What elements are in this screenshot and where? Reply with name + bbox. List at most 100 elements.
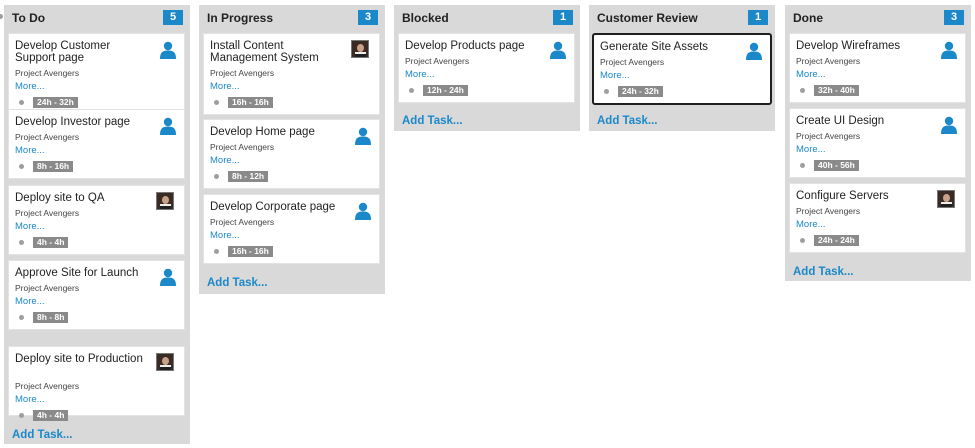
task-title: Develop Wireframes [796, 40, 901, 52]
add-task-link[interactable]: Add Task... [207, 277, 268, 289]
avatar[interactable] [351, 40, 369, 58]
more-link[interactable]: More... [210, 81, 240, 92]
user-icon[interactable] [941, 116, 957, 134]
user-icon[interactable] [746, 42, 762, 60]
task-card[interactable]: Develop Corporate page Project Avengers Mo… [203, 194, 380, 264]
more-link[interactable]: More... [600, 70, 630, 81]
avatar[interactable] [937, 190, 955, 208]
more-link[interactable]: More... [796, 69, 826, 80]
status-dot-icon [604, 89, 609, 94]
column-title: Blocked [402, 10, 449, 25]
user-icon[interactable] [355, 127, 371, 145]
project-name: Project Avengers [15, 132, 80, 142]
task-card[interactable]: Deploy site to QA Project Avengers More...… [8, 185, 185, 255]
column-customer-review: Customer Review 1 Generate Site Assets Proj… [589, 5, 775, 131]
status-dot-icon [19, 413, 24, 418]
user-icon[interactable] [355, 202, 371, 220]
task-card[interactable]: Approve Site for Launch Project Avengers M… [8, 260, 185, 330]
estimate-badge: 8h - 16h [33, 161, 74, 172]
status-dot-icon [19, 240, 24, 245]
more-link[interactable]: More... [796, 219, 826, 230]
status-dot-icon [214, 100, 219, 105]
column-header: Blocked 1 [394, 5, 580, 30]
more-link[interactable]: More... [210, 155, 240, 166]
task-card[interactable]: Install Content Management System Project… [203, 33, 380, 115]
task-title: Develop Home page [210, 126, 315, 138]
task-title: Develop Products page [405, 40, 525, 52]
task-count-badge: 1 [553, 10, 573, 25]
add-task-link[interactable]: Add Task... [793, 266, 854, 278]
column-header: To Do 5 [4, 5, 190, 30]
task-card[interactable]: Generate Site Assets Project Avengers More… [592, 33, 772, 105]
estimate-badge: 4h - 4h [33, 237, 69, 248]
more-link[interactable]: More... [15, 221, 45, 232]
status-dot-icon [800, 163, 805, 168]
estimate-badge: 24h - 32h [618, 86, 663, 97]
avatar[interactable] [156, 192, 174, 210]
add-task-link[interactable]: Add Task... [402, 115, 463, 127]
estimate-badge: 32h - 40h [814, 85, 859, 96]
column-title: In Progress [207, 10, 274, 25]
status-dot-icon [19, 164, 24, 169]
project-name: Project Avengers [796, 56, 861, 66]
column-in-progress: In Progress 3 Install Content Management S… [199, 5, 385, 294]
avatar[interactable] [156, 353, 174, 371]
task-count-badge: 3 [358, 10, 378, 25]
estimate-badge: 16h - 16h [228, 97, 273, 108]
more-link[interactable]: More... [405, 69, 435, 80]
project-name: Project Avengers [210, 217, 275, 227]
project-name: Project Avengers [15, 283, 80, 293]
task-title: Generate Site Assets [600, 41, 709, 53]
status-dot-icon [800, 238, 805, 243]
task-title: Develop Corporate page [210, 201, 336, 213]
column-done: Done 3 Develop Wireframes Project Avengers M… [785, 5, 971, 281]
task-title: Approve Site for Launch [15, 267, 139, 279]
project-name: Project Avengers [210, 68, 275, 78]
add-task-link[interactable]: Add Task... [12, 429, 73, 441]
task-title: Create UI Design [796, 115, 885, 127]
estimate-badge: 12h - 24h [423, 85, 468, 96]
project-name: Project Avengers [15, 208, 80, 218]
column-blocked: Blocked 1 Develop Products page Project Ave… [394, 5, 580, 131]
task-card[interactable]: Develop Products page Project Avengers Mor… [398, 33, 575, 103]
add-task-link[interactable]: Add Task... [597, 115, 658, 127]
more-link[interactable]: More... [796, 144, 826, 155]
column-title: To Do [12, 10, 46, 25]
task-title: Deploy site to QA [15, 192, 105, 204]
project-name: Project Avengers [210, 142, 275, 152]
task-count-badge: 1 [748, 10, 768, 25]
column-header: In Progress 3 [199, 5, 385, 30]
status-dot-icon [19, 100, 24, 105]
task-card[interactable]: Develop Home page Project Avengers More...… [203, 119, 380, 189]
user-icon[interactable] [160, 268, 176, 286]
estimate-badge: 8h - 8h [33, 312, 69, 323]
task-card[interactable]: Create UI Design Project Avengers More... 4… [789, 108, 966, 178]
user-icon[interactable] [160, 41, 176, 59]
column-header: Done 3 [785, 5, 971, 30]
task-card[interactable]: Develop Customer Support page Project Ave… [8, 33, 185, 115]
column-title: Done [793, 10, 823, 25]
user-icon[interactable] [160, 117, 176, 135]
task-card[interactable]: Deploy site to Production Project Avenger… [8, 346, 185, 421]
column-header: Customer Review 1 [589, 5, 775, 30]
more-link[interactable]: More... [15, 145, 45, 156]
more-link[interactable]: More... [15, 81, 45, 92]
task-card[interactable]: Develop Investor page Project Avengers Mor… [8, 109, 185, 179]
more-link[interactable]: More... [15, 394, 45, 405]
task-card[interactable]: Develop Wireframes Project Avengers More..… [789, 33, 966, 103]
more-link[interactable]: More... [15, 296, 45, 307]
task-card[interactable]: Configure Servers Project Avengers More...… [789, 183, 966, 253]
status-dot-icon [800, 88, 805, 93]
task-title: Configure Servers [796, 190, 889, 202]
more-link[interactable]: More... [210, 230, 240, 241]
status-dot-icon [214, 174, 219, 179]
column-to-do: To Do 5 Develop Customer Support page Proje… [4, 5, 190, 444]
estimate-badge: 24h - 32h [33, 97, 78, 108]
collapse-dot-icon [0, 14, 3, 19]
user-icon[interactable] [941, 41, 957, 59]
project-name: Project Avengers [600, 57, 665, 67]
task-title: Develop Investor page [15, 116, 131, 128]
user-icon[interactable] [550, 41, 566, 59]
column-title: Customer Review [597, 10, 698, 25]
estimate-badge: 8h - 12h [228, 171, 269, 182]
